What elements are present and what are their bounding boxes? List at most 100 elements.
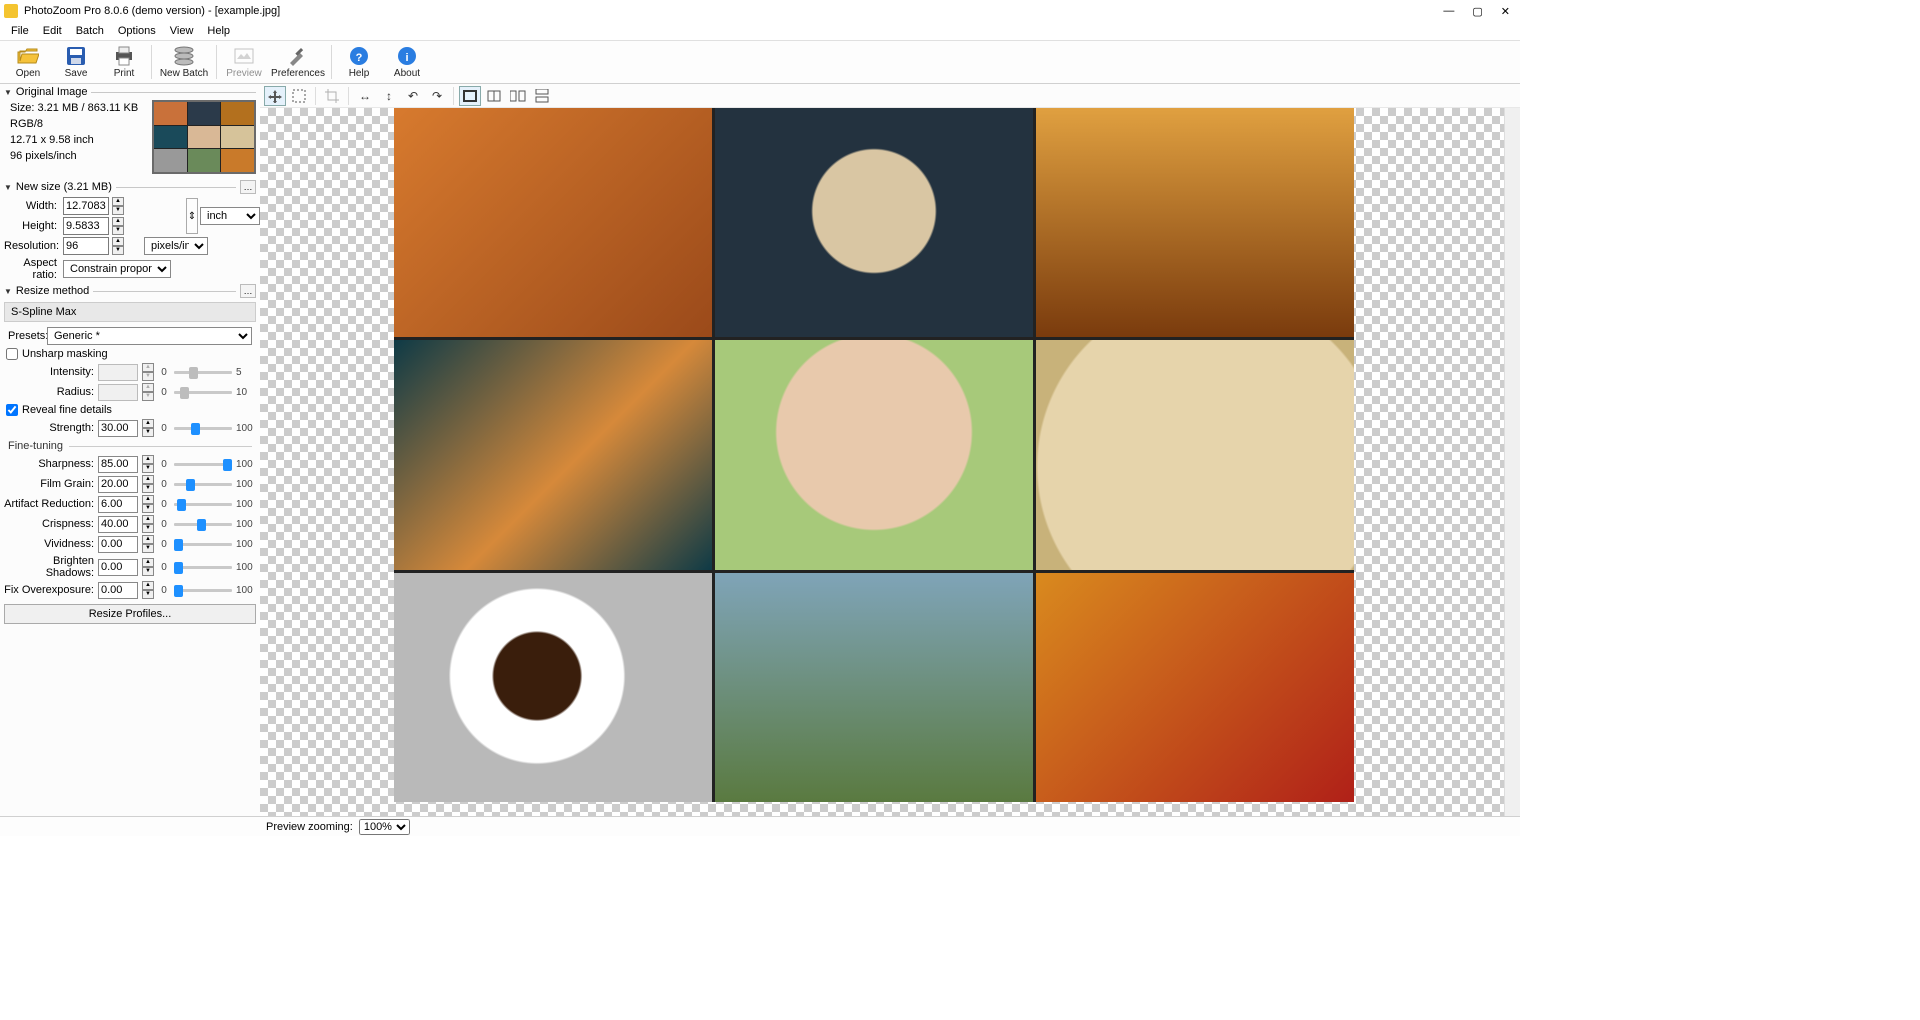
ft-slider[interactable] — [174, 560, 232, 574]
ft-label: Artifact Reduction: — [4, 498, 94, 510]
ft-slider[interactable] — [174, 457, 232, 471]
minimize-button[interactable]: — — [1443, 5, 1454, 18]
maximize-button[interactable]: ▢ — [1472, 5, 1482, 18]
crop-button — [321, 86, 343, 106]
toolbar-separator — [151, 45, 152, 79]
unsharp-masking-checkbox[interactable] — [6, 348, 18, 360]
resize-method-header[interactable]: Resize method … — [0, 282, 260, 300]
view-side-by-side-button[interactable] — [507, 86, 529, 106]
width-input[interactable] — [63, 197, 109, 215]
menu-options[interactable]: Options — [111, 23, 163, 39]
aspect-select[interactable]: Constrain proportions — [63, 260, 171, 278]
strength-slider[interactable] — [174, 421, 232, 435]
ft-slider[interactable] — [174, 517, 232, 531]
preview-canvas[interactable] — [260, 108, 1520, 816]
intensity-input — [98, 364, 138, 381]
menu-help[interactable]: Help — [200, 23, 237, 39]
ft-slider[interactable] — [174, 477, 232, 491]
ft-label: Vividness: — [4, 538, 94, 550]
ft-input[interactable] — [98, 536, 138, 553]
resolution-label: Resolution: — [4, 240, 60, 252]
resize-method-more-button[interactable]: … — [240, 284, 256, 298]
preview-zoom-select[interactable]: 100% — [359, 819, 410, 835]
help-icon: ? — [348, 45, 370, 67]
ft-spinner[interactable]: ▲▼ — [142, 515, 154, 533]
window-title: PhotoZoom Pro 8.0.6 (demo version) - [ex… — [24, 5, 1443, 17]
pan-tool-button[interactable] — [264, 86, 286, 106]
ft-spinner[interactable]: ▲▼ — [142, 475, 154, 493]
ft-input[interactable] — [98, 496, 138, 513]
ft-spinner[interactable]: ▲▼ — [142, 535, 154, 553]
example-image — [394, 108, 1354, 802]
thumbnail-navigator[interactable] — [152, 100, 256, 174]
strength-input[interactable] — [98, 420, 138, 437]
help-button[interactable]: ? Help — [335, 41, 383, 83]
unsharp-masking-label[interactable]: Unsharp masking — [22, 348, 108, 360]
tools-icon — [287, 45, 309, 67]
ft-spinner[interactable]: ▲▼ — [142, 581, 154, 599]
view-stacked-button[interactable] — [531, 86, 553, 106]
height-spinner[interactable]: ▲▼ — [112, 217, 124, 235]
app-icon — [4, 4, 18, 18]
ft-input[interactable] — [98, 582, 138, 599]
ft-input[interactable] — [98, 516, 138, 533]
ft-slider[interactable] — [174, 537, 232, 551]
resolution-spinner[interactable]: ▲▼ — [112, 237, 124, 255]
radius-slider — [174, 385, 232, 399]
width-label: Width: — [4, 200, 60, 212]
view-single-button[interactable] — [459, 86, 481, 106]
flip-vertical-button[interactable]: ↕ — [378, 86, 400, 106]
presets-select[interactable]: Generic * — [47, 327, 252, 345]
print-button[interactable]: Print — [100, 41, 148, 83]
svg-text:?: ? — [356, 52, 363, 64]
menu-view[interactable]: View — [163, 23, 201, 39]
ft-slider[interactable] — [174, 497, 232, 511]
new-batch-button[interactable]: New Batch — [155, 41, 213, 83]
rotate-cw-button[interactable]: ↷ — [426, 86, 448, 106]
dim-unit-select[interactable]: inch — [200, 207, 260, 225]
new-size-header[interactable]: New size (3.21 MB) … — [0, 178, 260, 196]
algorithm-selector[interactable]: S-Spline Max — [4, 302, 256, 322]
menu-batch[interactable]: Batch — [69, 23, 111, 39]
preview-icon — [233, 45, 255, 67]
ft-input[interactable] — [98, 456, 138, 473]
radius-input — [98, 384, 138, 401]
ft-spinner[interactable]: ▲▼ — [142, 495, 154, 513]
ft-spinner[interactable]: ▲▼ — [142, 558, 154, 576]
link-dims-icon[interactable]: ⇕ — [186, 198, 198, 234]
original-image-header[interactable]: Original Image — [0, 84, 260, 100]
ft-slider[interactable] — [174, 583, 232, 597]
resize-profiles-button[interactable]: Resize Profiles... — [4, 604, 256, 624]
intensity-slider — [174, 365, 232, 379]
vertical-scrollbar[interactable] — [1504, 108, 1520, 816]
printer-icon — [113, 45, 135, 67]
res-unit-select[interactable]: pixels/inch — [144, 237, 208, 255]
preferences-button[interactable]: Preferences — [268, 41, 328, 83]
new-size-more-button[interactable]: … — [240, 180, 256, 194]
flip-horizontal-button[interactable]: ↔ — [354, 86, 376, 106]
ft-spinner[interactable]: ▲▼ — [142, 455, 154, 473]
ft-label: Fix Overexposure: — [4, 584, 94, 596]
reveal-details-checkbox[interactable] — [6, 404, 18, 416]
reveal-details-label[interactable]: Reveal fine details — [22, 404, 112, 416]
close-button[interactable]: ✕ — [1501, 5, 1510, 18]
floppy-icon — [65, 45, 87, 67]
about-button[interactable]: i About — [383, 41, 431, 83]
ft-input[interactable] — [98, 559, 138, 576]
preview-zoom-label: Preview zooming: — [266, 821, 353, 833]
ft-label: Film Grain: — [4, 478, 94, 490]
menu-file[interactable]: File — [4, 23, 36, 39]
marquee-tool-button[interactable] — [288, 86, 310, 106]
width-spinner[interactable]: ▲▼ — [112, 197, 124, 215]
view-split-v-button[interactable] — [483, 86, 505, 106]
rotate-ccw-button[interactable]: ↶ — [402, 86, 424, 106]
main-preview: ↔ ↕ ↶ ↷ — [260, 84, 1520, 816]
save-button[interactable]: Save — [52, 41, 100, 83]
ft-input[interactable] — [98, 476, 138, 493]
menu-edit[interactable]: Edit — [36, 23, 69, 39]
strength-spinner[interactable]: ▲▼ — [142, 419, 154, 437]
open-button[interactable]: Open — [4, 41, 52, 83]
radius-spinner: ▲▼ — [142, 383, 154, 401]
resolution-input[interactable] — [63, 237, 109, 255]
height-input[interactable] — [63, 217, 109, 235]
